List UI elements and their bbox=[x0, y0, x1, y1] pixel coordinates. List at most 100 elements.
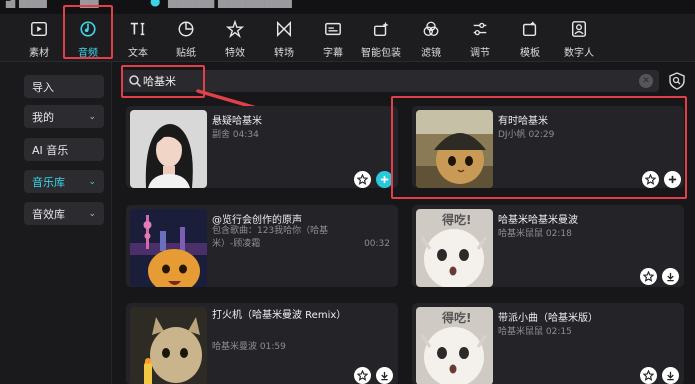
add-button[interactable] bbox=[664, 171, 681, 188]
track-meta: 包含歌曲：123我哈你（哈基米）-顾凌霜 bbox=[212, 226, 329, 249]
add-button[interactable] bbox=[376, 171, 393, 188]
sidebar-item-import[interactable]: 导入 bbox=[24, 75, 104, 98]
download-icon bbox=[667, 272, 674, 282]
music-card[interactable]: 打火机（哈基米曼波 Remix） 哈基米曼波 01:59 bbox=[126, 303, 398, 384]
sidebar-item-label: AI 音乐 bbox=[32, 143, 69, 157]
tab-label: 调节 bbox=[470, 48, 490, 59]
tab-label: 滤镜 bbox=[421, 48, 441, 59]
text-icon bbox=[127, 18, 149, 40]
tab-sticker[interactable]: 贴纸 bbox=[163, 14, 209, 62]
track-title: @览行会创作的原声 bbox=[212, 215, 302, 226]
star-icon bbox=[357, 174, 368, 185]
favorite-button[interactable] bbox=[640, 268, 657, 285]
tab-effects[interactable]: 特效 bbox=[212, 14, 258, 62]
meme-caption: 得吃! bbox=[442, 311, 472, 325]
track-title: 打火机（哈基米曼波 Remix） bbox=[212, 310, 347, 321]
clear-search-icon[interactable]: ✕ bbox=[639, 74, 653, 88]
star-icon bbox=[645, 174, 656, 185]
template-icon bbox=[519, 18, 541, 40]
tab-label: 特效 bbox=[225, 48, 245, 59]
tab-audio[interactable]: 音频 bbox=[65, 14, 111, 62]
music-card[interactable]: 得吃! 带派小曲（哈基米版） 哈基米鼠鼠 02:15 bbox=[412, 303, 684, 384]
audio-icon bbox=[77, 18, 99, 40]
filter-icon bbox=[420, 18, 442, 40]
track-title: 带派小曲（哈基米版） bbox=[498, 313, 598, 324]
tab-smart-pack[interactable]: 智能包装 bbox=[358, 14, 404, 62]
sidebar-item-ai-music[interactable]: AI 音乐 bbox=[24, 138, 104, 161]
cover-thumbnail bbox=[130, 209, 207, 287]
tab-subtitle[interactable]: 字幕 bbox=[310, 14, 356, 62]
tab-label: 转场 bbox=[274, 48, 294, 59]
tab-label: 文本 bbox=[128, 48, 148, 59]
tab-transition[interactable]: 转场 bbox=[261, 14, 307, 62]
sidebar-item-mine[interactable]: 我的 ⌄ bbox=[24, 105, 104, 128]
track-meta: 哈基米曼波 01:59 bbox=[212, 342, 286, 352]
music-card[interactable]: 得吃! 哈基米哈基米曼波 哈基米鼠鼠 02:18 bbox=[412, 205, 684, 287]
tab-label: 贴纸 bbox=[176, 48, 196, 59]
music-card[interactable]: 有时哈基米 DJ小帆 02:29 bbox=[412, 106, 684, 188]
tab-template[interactable]: 模板 bbox=[507, 14, 553, 62]
tab-filter[interactable]: 滤镜 bbox=[408, 14, 454, 62]
sidebar-item-label: 我的 bbox=[32, 110, 54, 124]
transition-icon bbox=[273, 18, 295, 40]
favorite-button[interactable] bbox=[354, 367, 371, 384]
sidebar-item-label: 音效库 bbox=[32, 207, 65, 221]
track-meta: 副舍 04:34 bbox=[212, 130, 259, 140]
plus-icon bbox=[380, 175, 389, 184]
track-duration: 00:32 bbox=[364, 239, 390, 249]
digital-human-icon bbox=[568, 18, 590, 40]
effects-icon bbox=[224, 18, 246, 40]
adjust-icon bbox=[469, 18, 491, 40]
sticker-icon bbox=[175, 18, 197, 40]
track-meta: DJ小帆 02:29 bbox=[498, 130, 555, 140]
tab-digital-human[interactable]: 数字人 bbox=[556, 14, 602, 62]
download-icon bbox=[667, 371, 674, 381]
sidebar-item-label: 导入 bbox=[32, 80, 54, 94]
music-card[interactable]: @览行会创作的原声 包含歌曲：123我哈你（哈基米）-顾凌霜 00:32 bbox=[126, 205, 398, 287]
track-title: 哈基米哈基米曼波 bbox=[498, 215, 578, 226]
tab-label: 智能包装 bbox=[361, 48, 401, 59]
favorite-button[interactable] bbox=[640, 367, 657, 384]
tab-adjust[interactable]: 调节 bbox=[457, 14, 503, 62]
favorite-button[interactable] bbox=[642, 171, 659, 188]
star-icon bbox=[643, 370, 654, 381]
subtitle-icon bbox=[322, 18, 344, 40]
music-card[interactable]: 悬疑哈基米 副舍 04:34 bbox=[126, 106, 398, 188]
favorite-button[interactable] bbox=[354, 171, 371, 188]
sidebar-item-music-library[interactable]: 音乐库 ⌄ bbox=[24, 170, 104, 193]
track-title: 有时哈基米 bbox=[498, 116, 548, 127]
chevron-down-icon: ⌄ bbox=[88, 176, 96, 187]
sidebar: 导入 我的 ⌄ AI 音乐 音乐库 ⌄ 音效库 ⌄ bbox=[0, 62, 112, 384]
star-icon bbox=[643, 271, 654, 282]
chevron-down-icon: ⌄ bbox=[88, 111, 96, 122]
sidebar-item-label: 音乐库 bbox=[32, 175, 65, 189]
main-toolbar: 素材 音频 文本 贴纸 特效 转场 字幕 智能包装 滤镜 调节 模板 数字人 bbox=[0, 14, 695, 62]
meme-caption: 得吃! bbox=[442, 213, 472, 227]
cover-thumbnail bbox=[130, 307, 207, 384]
cover-thumbnail bbox=[130, 110, 207, 188]
filter-settings-icon[interactable] bbox=[667, 71, 687, 91]
track-meta: 哈基米鼠鼠 02:15 bbox=[498, 327, 572, 337]
tab-label: 音频 bbox=[78, 48, 98, 59]
chevron-down-icon: ⌄ bbox=[88, 208, 96, 219]
download-button[interactable] bbox=[662, 367, 679, 384]
sidebar-item-sfx-library[interactable]: 音效库 ⌄ bbox=[24, 202, 104, 225]
tab-label: 字幕 bbox=[323, 48, 343, 59]
plus-icon bbox=[668, 175, 677, 184]
tab-label: 素材 bbox=[29, 48, 49, 59]
track-title: 悬疑哈基米 bbox=[212, 116, 262, 127]
download-button[interactable] bbox=[662, 268, 679, 285]
title-bar: ▟ ▆▆▆ ▆▆ ● ▆▆▆▆▆ ▆▆▆▆▆▆▆▆ bbox=[0, 0, 695, 14]
media-icon bbox=[28, 18, 50, 40]
tab-label: 数字人 bbox=[564, 48, 594, 59]
track-meta: 哈基米鼠鼠 02:18 bbox=[498, 229, 572, 239]
tab-label: 模板 bbox=[520, 48, 540, 59]
download-icon bbox=[381, 371, 388, 381]
search-icon bbox=[129, 75, 142, 88]
star-icon bbox=[357, 370, 368, 381]
smart-pack-icon bbox=[370, 18, 392, 40]
tab-media[interactable]: 素材 bbox=[16, 14, 62, 62]
cover-thumbnail bbox=[416, 110, 493, 188]
tab-text[interactable]: 文本 bbox=[115, 14, 161, 62]
download-button[interactable] bbox=[376, 367, 393, 384]
